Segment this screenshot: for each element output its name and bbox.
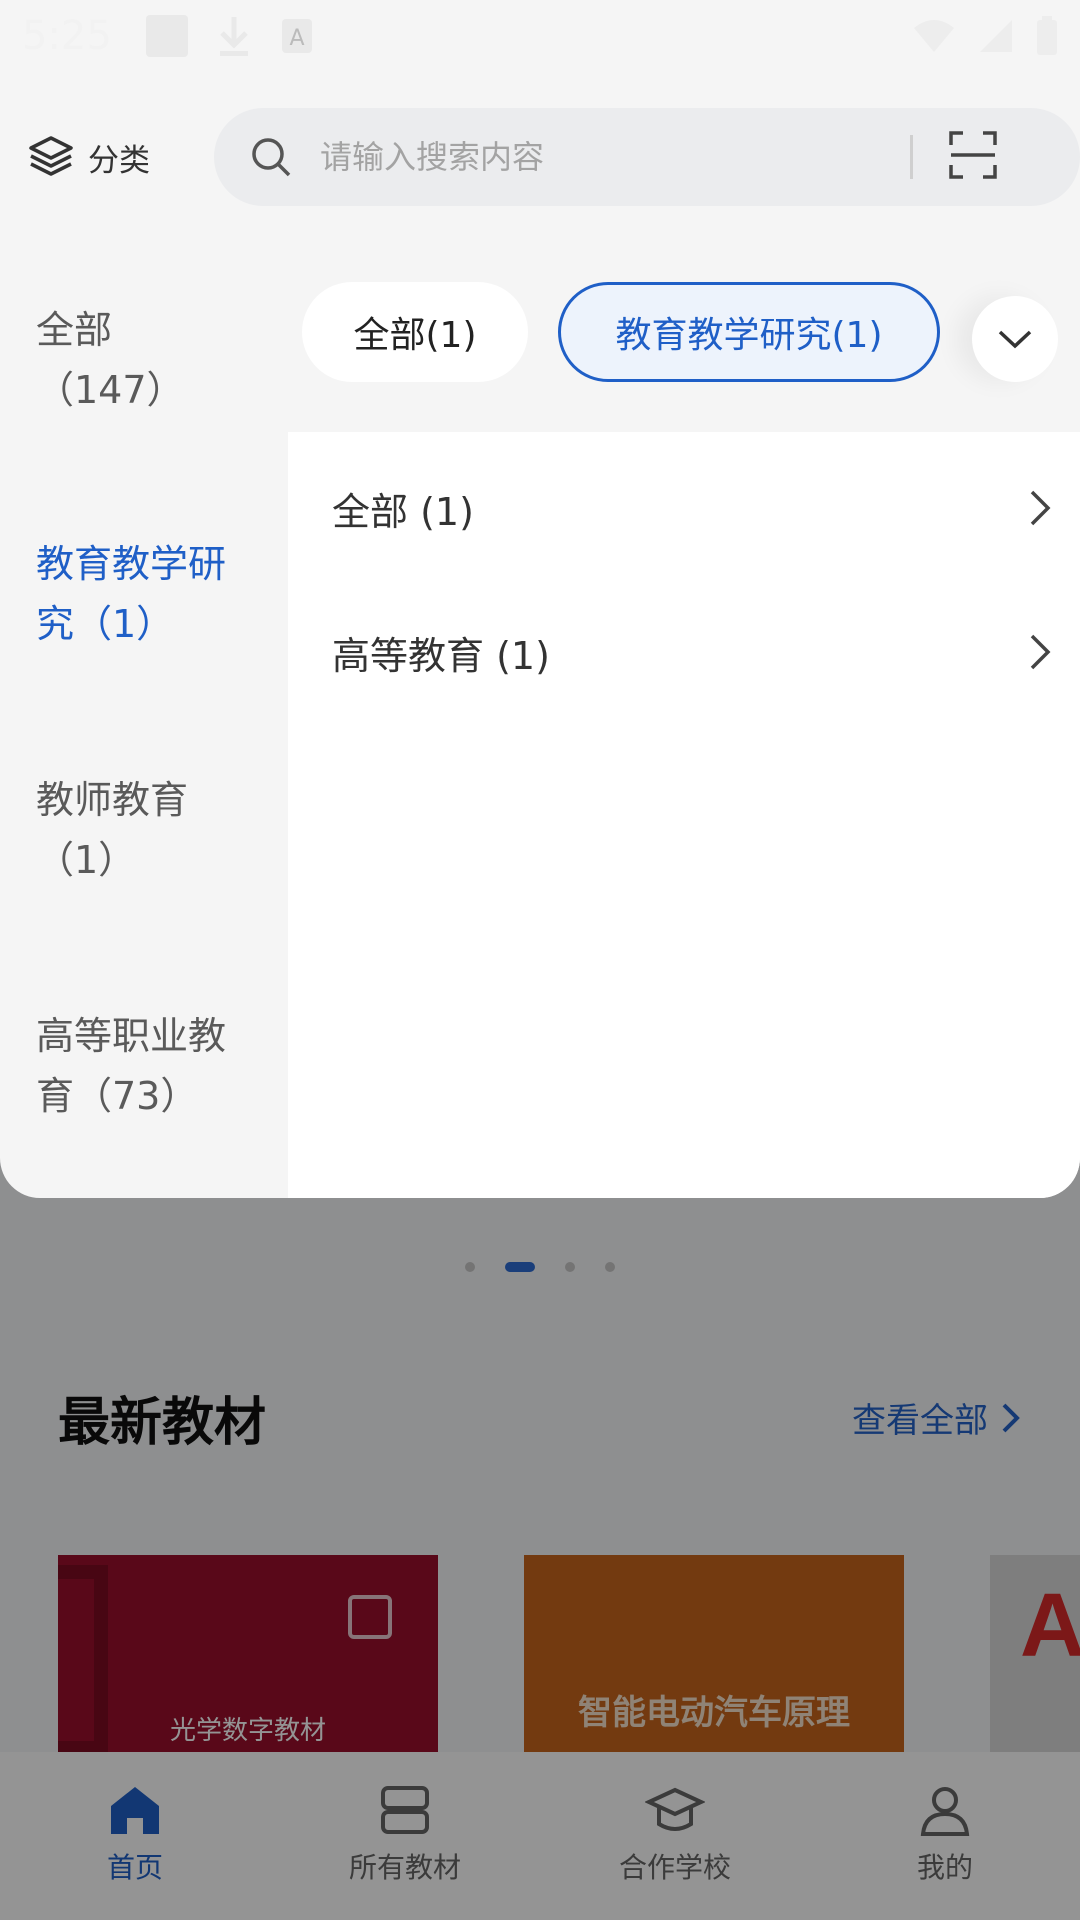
download-icon	[219, 17, 248, 56]
svg-text:A: A	[289, 26, 304, 51]
sidebar-item-count: 育（73）	[36, 1074, 199, 1118]
filter-chips: 全部(1) 教育教学研究(1)	[302, 282, 940, 382]
search-bar	[214, 108, 1080, 206]
search-divider	[910, 135, 913, 179]
sidebar-item-education-research[interactable]: 教育教学研 究（1）	[0, 534, 260, 654]
category-panel: 分类 全部 （147） 教育教学研 究（1） 教师教育 （1） 高等职业教 育（…	[0, 0, 1080, 1198]
sidebar-item-label: 教师教育	[36, 778, 189, 822]
chip-all[interactable]: 全部(1)	[302, 282, 528, 382]
sidebar-item-all[interactable]: 全部 （147）	[0, 300, 260, 420]
subcategory-item-all[interactable]: 全部 (1)	[332, 468, 1052, 548]
expand-chips-button[interactable]	[972, 296, 1058, 382]
subcategory-item-higher-education[interactable]: 高等教育 (1)	[332, 612, 1052, 692]
search-input[interactable]	[320, 138, 900, 176]
sidebar-item-teacher-education[interactable]: 教师教育 （1）	[0, 770, 260, 890]
chevron-right-icon	[1030, 490, 1051, 526]
system-icons	[912, 16, 1058, 56]
subcategory-label: 高等教育 (1)	[332, 633, 550, 678]
category-sidebar: 全部 （147） 教育教学研 究（1） 教师教育 （1） 高等职业教 育（73）	[0, 270, 288, 1126]
layers-icon	[29, 136, 73, 176]
sidebar-item-count: 究（1）	[36, 602, 175, 646]
notification-square-icon	[145, 15, 188, 57]
chip-education-research[interactable]: 教育教学研究(1)	[558, 282, 940, 382]
status-time: 5:25	[22, 13, 112, 59]
scan-button[interactable]	[949, 131, 997, 183]
scan-icon	[949, 131, 997, 179]
sidebar-item-count: （147）	[36, 368, 185, 412]
subcategory-pane: 全部 (1) 高等教育 (1)	[288, 432, 1080, 1198]
sidebar-item-label: 高等职业教	[36, 1014, 227, 1058]
search-icon	[252, 138, 291, 177]
wifi-icon	[914, 20, 954, 52]
sidebar-item-label: 教育教学研	[36, 542, 227, 586]
sidebar-item-label: 全部	[36, 308, 113, 352]
status-bar: 5:25 A	[0, 0, 1080, 72]
chevron-down-icon	[998, 330, 1032, 349]
category-label: 分类	[88, 142, 150, 179]
search-header: 分类	[0, 108, 1080, 206]
battery-icon	[1037, 16, 1057, 55]
chevron-right-icon	[1030, 634, 1051, 670]
notification-icons: A	[145, 15, 314, 57]
app-notification-icon: A	[281, 19, 312, 53]
subcategory-label: 全部 (1)	[332, 489, 474, 534]
signal-icon	[980, 20, 1012, 52]
sidebar-item-vocational-education[interactable]: 高等职业教 育（73）	[0, 1006, 260, 1126]
sidebar-item-count: （1）	[36, 838, 137, 882]
category-button[interactable]: 分类	[28, 134, 178, 180]
